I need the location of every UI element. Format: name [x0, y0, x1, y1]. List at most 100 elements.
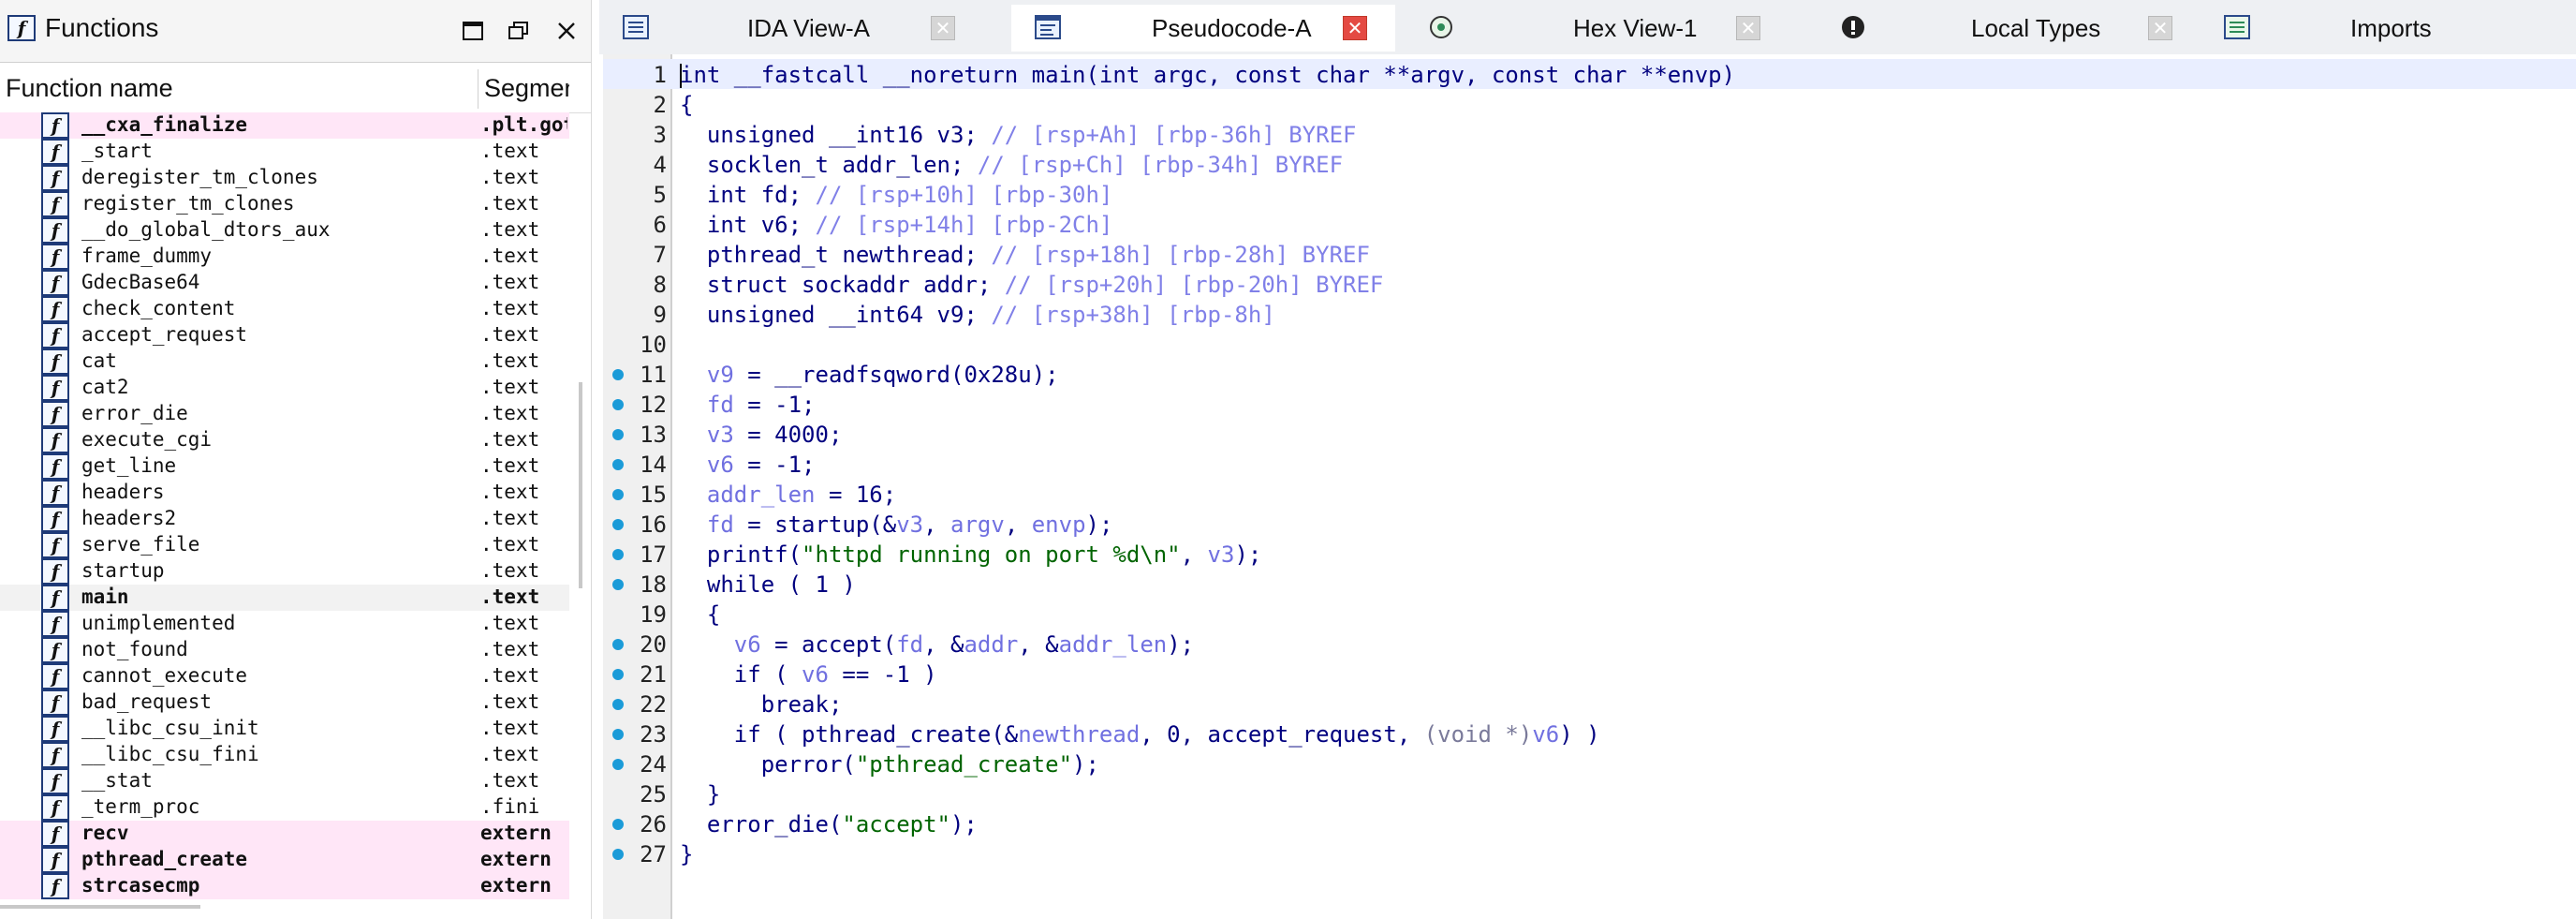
- function-row[interactable]: f __libc_csu_fini .text: [0, 742, 569, 768]
- code-line[interactable]: 1 int __fastcall __noreturn main(int argc…: [603, 59, 2576, 89]
- line-number: 3: [653, 122, 667, 148]
- breakpoint-dot-icon[interactable]: [612, 459, 624, 470]
- function-icon: f: [41, 480, 69, 506]
- function-row[interactable]: f execute_cgi .text: [0, 427, 569, 453]
- function-row[interactable]: f main .text: [0, 585, 569, 611]
- function-row[interactable]: f cannot_execute .text: [0, 663, 569, 689]
- function-row[interactable]: f error_die .text: [0, 401, 569, 427]
- tab-imports[interactable]: Imports: [2201, 5, 2575, 52]
- function-row[interactable]: f strcasecmp extern: [0, 873, 569, 899]
- function-row[interactable]: f register_tm_clones .text: [0, 191, 569, 217]
- code-line[interactable]: 13 v3 = 4000;: [603, 419, 2576, 449]
- tab-close-icon[interactable]: ✕: [1343, 16, 1367, 40]
- code-line[interactable]: 25 }: [603, 778, 2576, 808]
- code-line[interactable]: 10: [603, 329, 2576, 359]
- code-line[interactable]: 26 error_die("accept");: [603, 808, 2576, 838]
- code-line[interactable]: 17 printf("httpd running on port %d\n", …: [603, 539, 2576, 569]
- function-row[interactable]: f accept_request .text: [0, 322, 569, 348]
- breakpoint-dot-icon[interactable]: [612, 729, 624, 740]
- function-row[interactable]: f frame_dummy .text: [0, 244, 569, 270]
- restore-icon[interactable]: [503, 15, 535, 47]
- function-segment: .text: [480, 638, 540, 660]
- function-row[interactable]: f get_line .text: [0, 453, 569, 480]
- code-line[interactable]: 9 unsigned __int64 v9; // [rsp+38h] [rbp…: [603, 299, 2576, 329]
- code-text: error_die("accept");: [680, 811, 978, 837]
- breakpoint-dot-icon[interactable]: [612, 759, 624, 770]
- tab-close-icon[interactable]: ✕: [2148, 16, 2172, 40]
- tab-ida-view-a[interactable]: IDA View-A ✕: [599, 5, 983, 52]
- function-row[interactable]: f __do_global_dtors_aux .text: [0, 217, 569, 244]
- code-line[interactable]: 2{: [603, 89, 2576, 119]
- breakpoint-dot-icon[interactable]: [612, 699, 624, 710]
- function-icon: f: [41, 847, 69, 873]
- code-line[interactable]: 19 {: [603, 599, 2576, 629]
- code-line[interactable]: 14 v6 = -1;: [603, 449, 2576, 479]
- function-row[interactable]: f deregister_tm_clones .text: [0, 165, 569, 191]
- code-line[interactable]: 3 unsigned __int16 v3; // [rsp+Ah] [rbp-…: [603, 119, 2576, 149]
- function-row[interactable]: f cat2 .text: [0, 375, 569, 401]
- tab-local-types[interactable]: Local Types ✕: [1817, 5, 2201, 52]
- breakpoint-dot-icon[interactable]: [612, 489, 624, 500]
- code-line[interactable]: 18 while ( 1 ): [603, 569, 2576, 599]
- code-line[interactable]: 20 v6 = accept(fd, &addr, &addr_len);: [603, 629, 2576, 659]
- code-text: fd = startup(&v3, argv, envp);: [706, 511, 1113, 538]
- code-line[interactable]: 24 perror("pthread_create");: [603, 749, 2576, 778]
- functions-vertical-scrollbar[interactable]: [579, 382, 582, 588]
- function-row[interactable]: f cat .text: [0, 348, 569, 375]
- pseudocode-view[interactable]: 1 int __fastcall __noreturn main(int argc…: [603, 54, 2576, 919]
- function-name: strcasecmp: [81, 874, 200, 897]
- column-header-segment[interactable]: Segmen: [484, 74, 569, 103]
- breakpoint-dot-icon[interactable]: [612, 579, 624, 590]
- function-row[interactable]: f unimplemented .text: [0, 611, 569, 637]
- code-line[interactable]: 12 fd = -1;: [603, 389, 2576, 419]
- function-row[interactable]: f _start .text: [0, 139, 569, 165]
- functions-horizontal-scrollbar[interactable]: [0, 905, 200, 909]
- code-line[interactable]: 15 addr_len = 16;: [603, 479, 2576, 509]
- tab-hex-view-1[interactable]: Hex View-1 ✕: [1405, 5, 1788, 52]
- breakpoint-dot-icon[interactable]: [612, 369, 624, 380]
- code-line[interactable]: 7 pthread_t newthread; // [rsp+18h] [rbp…: [603, 239, 2576, 269]
- breakpoint-dot-icon[interactable]: [612, 399, 624, 410]
- function-row[interactable]: f headers2 .text: [0, 506, 569, 532]
- code-line[interactable]: 16 fd = startup(&v3, argv, envp);: [603, 509, 2576, 539]
- code-line[interactable]: 8 struct sockaddr addr; // [rsp+20h] [rb…: [603, 269, 2576, 299]
- line-number: 8: [653, 272, 667, 298]
- function-row[interactable]: f bad_request .text: [0, 689, 569, 716]
- tab-close-icon[interactable]: ✕: [1736, 16, 1760, 40]
- code-line[interactable]: 6 int v6; // [rsp+14h] [rbp-2Ch]: [603, 209, 2576, 239]
- function-row[interactable]: f __libc_csu_init .text: [0, 716, 569, 742]
- function-row[interactable]: f startup .text: [0, 558, 569, 585]
- function-row[interactable]: f headers .text: [0, 480, 569, 506]
- breakpoint-dot-icon[interactable]: [612, 669, 624, 680]
- close-icon[interactable]: [551, 15, 582, 47]
- function-row[interactable]: f __stat .text: [0, 768, 569, 794]
- tab-close-icon[interactable]: ✕: [931, 16, 955, 40]
- breakpoint-dot-icon[interactable]: [612, 429, 624, 440]
- function-row[interactable]: f GdecBase64 .text: [0, 270, 569, 296]
- code-line[interactable]: 11 v9 = __readfsqword(0x28u);: [603, 359, 2576, 389]
- code-line[interactable]: 27}: [603, 838, 2576, 868]
- breakpoint-dot-icon[interactable]: [612, 819, 624, 830]
- breakpoint-dot-icon[interactable]: [612, 519, 624, 530]
- function-row[interactable]: f not_found .text: [0, 637, 569, 663]
- code-line[interactable]: 4 socklen_t addr_len; // [rsp+Ch] [rbp-3…: [603, 149, 2576, 179]
- function-row[interactable]: f check_content .text: [0, 296, 569, 322]
- breakpoint-dot-icon[interactable]: [612, 849, 624, 860]
- function-segment: .text: [480, 454, 540, 477]
- function-row[interactable]: f _term_proc .fini: [0, 794, 569, 821]
- code-line[interactable]: 23 if ( pthread_create(&newthread, 0, ac…: [603, 719, 2576, 749]
- column-header-function-name[interactable]: Function name: [6, 74, 173, 103]
- tab-pseudocode-a[interactable]: Pseudocode-A ✕: [1011, 5, 1395, 52]
- function-row[interactable]: f pthread_create extern: [0, 847, 569, 873]
- code-line[interactable]: 21 if ( v6 == -1 ): [603, 659, 2576, 689]
- function-row[interactable]: f recv extern: [0, 821, 569, 847]
- maximize-icon[interactable]: [457, 15, 489, 47]
- line-number: 13: [640, 422, 667, 448]
- code-line[interactable]: 22 break;: [603, 689, 2576, 719]
- breakpoint-dot-icon[interactable]: [612, 549, 624, 560]
- code-line[interactable]: 5 int fd; // [rsp+10h] [rbp-30h]: [603, 179, 2576, 209]
- line-number: 15: [640, 482, 667, 508]
- breakpoint-dot-icon[interactable]: [612, 639, 624, 650]
- function-row[interactable]: f __cxa_finalize .plt.got: [0, 112, 569, 139]
- function-row[interactable]: f serve_file .text: [0, 532, 569, 558]
